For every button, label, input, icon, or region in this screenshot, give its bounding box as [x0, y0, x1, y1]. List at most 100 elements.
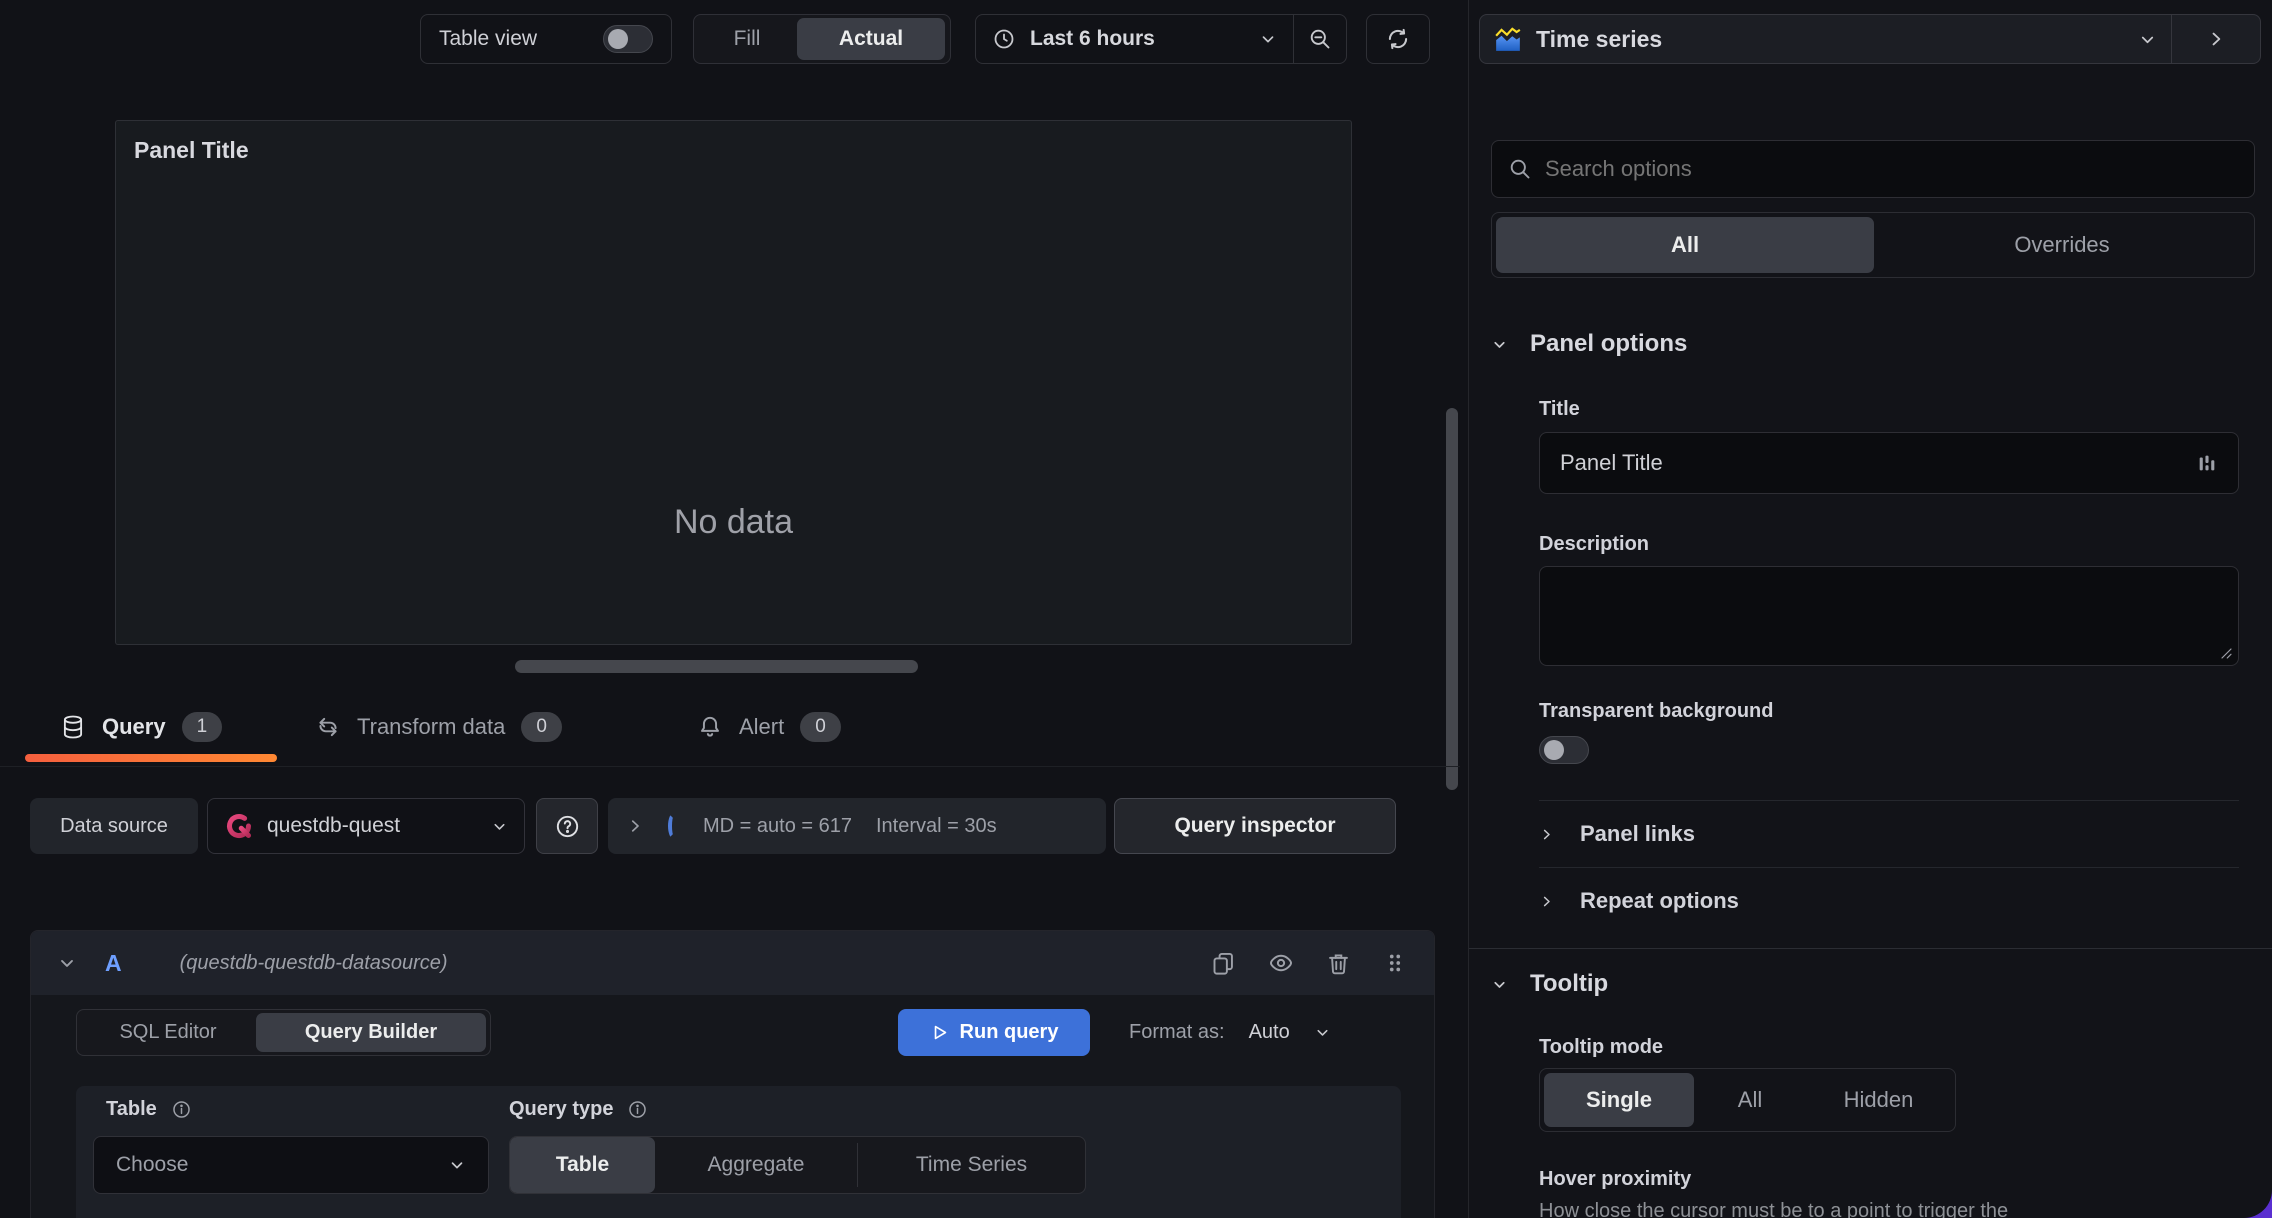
table-select[interactable]: Choose: [93, 1136, 489, 1194]
table-label: Table: [106, 1098, 157, 1120]
no-data-text: No data: [673, 503, 794, 541]
fill-button[interactable]: Fill: [697, 18, 797, 60]
transparent-background-toggle[interactable]: [1539, 736, 1589, 764]
questdb-logo-icon: [224, 811, 254, 841]
filter-tab-all[interactable]: All: [1496, 217, 1874, 273]
title-label: Title: [1539, 398, 1580, 420]
data-source-label-chip: Data source: [30, 798, 198, 854]
magnifier-minus-icon: [1308, 27, 1332, 51]
query-options-summary[interactable]: MD = auto = 617 Interval = 30s: [608, 798, 1106, 854]
repeat-options-label: Repeat options: [1580, 888, 1739, 913]
md-stat: MD = auto = 617: [703, 814, 852, 837]
tooltip-header[interactable]: Tooltip: [1491, 962, 1608, 1006]
tooltip-mode-single[interactable]: Single: [1544, 1073, 1694, 1127]
database-icon: [60, 714, 86, 740]
actual-button[interactable]: Actual: [797, 18, 945, 60]
resize-handle-icon[interactable]: [2216, 643, 2234, 661]
search-options-input[interactable]: [1545, 156, 2238, 182]
time-range-label: Last 6 hours: [1030, 27, 1155, 50]
tab-query[interactable]: Query 1: [60, 700, 223, 754]
query-type-label: Query type: [509, 1098, 614, 1120]
table-field-label: Table: [106, 1098, 192, 1121]
format-as-control[interactable]: Format as: Auto: [1129, 1009, 1331, 1056]
vertical-scrollbar[interactable]: [1446, 408, 1458, 790]
grafana-panel-editor: Table view Fill Actual Last 6 hours Pane…: [0, 0, 2272, 1218]
panel-options-header[interactable]: Panel options: [1491, 322, 1687, 366]
description-textarea[interactable]: [1540, 567, 2238, 665]
data-source-label: Data source: [60, 814, 168, 837]
transform-icon: [315, 714, 341, 740]
query-type-time-series[interactable]: Time Series: [858, 1137, 1085, 1193]
tab-query-badge: 1: [181, 712, 223, 742]
editor-mode-group: SQL Editor Query Builder: [76, 1009, 491, 1056]
query-type-aggregate[interactable]: Aggregate: [655, 1137, 857, 1193]
chevron-down-icon: [448, 1156, 466, 1174]
zoom-out-button[interactable]: [1294, 15, 1346, 63]
options-filter-group: All Overrides: [1491, 212, 2255, 278]
query-row-header[interactable]: A (questdb-questdb-datasource): [31, 931, 1434, 995]
format-as-label: Format as:: [1129, 1021, 1225, 1043]
tab-alert[interactable]: Alert 0: [697, 700, 841, 754]
clipped-spinner-icon: [668, 813, 679, 839]
collapse-chevron-icon[interactable]: [57, 953, 77, 973]
chevron-down-icon: [1491, 336, 1508, 353]
chevron-down-icon: [1314, 1024, 1331, 1041]
table-view-toggle-button[interactable]: Table view: [420, 14, 672, 64]
drag-handle-icon[interactable]: [1382, 950, 1408, 976]
tooltip-title: Tooltip: [1530, 970, 1609, 997]
visualization-select[interactable]: Time series: [1480, 15, 2171, 63]
suggestions-bars-icon[interactable]: [2196, 452, 2218, 474]
chevron-right-icon: [2206, 29, 2226, 49]
query-ref-id[interactable]: A: [105, 950, 122, 977]
panel-links-row[interactable]: Panel links: [1539, 801, 2239, 867]
chevron-right-icon: [1539, 827, 1554, 842]
hide-response-eye-icon[interactable]: [1267, 949, 1295, 977]
info-icon[interactable]: [627, 1099, 648, 1120]
sql-editor-button[interactable]: SQL Editor: [80, 1013, 256, 1052]
panel-preview-title: Panel Title: [134, 137, 249, 163]
viz-name: Time series: [1536, 25, 1663, 52]
tab-query-label: Query: [102, 714, 166, 739]
run-query-button[interactable]: Run query: [898, 1009, 1090, 1056]
repeat-options-row[interactable]: Repeat options: [1539, 868, 2239, 934]
description-label: Description: [1539, 533, 1650, 555]
tab-alert-badge: 0: [800, 712, 841, 742]
time-range-picker[interactable]: Last 6 hours: [976, 15, 1293, 63]
panel-title-field: [1539, 432, 2239, 494]
time-series-icon: [1494, 25, 1522, 53]
chevron-down-icon: [1491, 976, 1508, 993]
tab-transform-label: Transform data: [357, 714, 506, 739]
data-source-picker[interactable]: questdb-quest: [207, 798, 525, 854]
chevron-right-icon: [1539, 894, 1554, 909]
duplicate-query-icon[interactable]: [1210, 950, 1237, 977]
search-options-box[interactable]: [1491, 140, 2255, 198]
description-field: [1539, 566, 2239, 666]
horizontal-scrollbar[interactable]: [515, 660, 918, 673]
refresh-button[interactable]: [1366, 14, 1430, 64]
play-icon: [930, 1023, 949, 1042]
fill-actual-group: Fill Actual: [693, 14, 951, 64]
query-inspector-label: Query inspector: [1174, 814, 1336, 837]
refresh-icon: [1385, 26, 1411, 52]
datasource-help-button[interactable]: [536, 798, 598, 854]
info-icon[interactable]: [171, 1099, 192, 1120]
tooltip-mode-all[interactable]: All: [1694, 1073, 1806, 1127]
remove-query-trash-icon[interactable]: [1325, 950, 1352, 977]
query-builder-button[interactable]: Query Builder: [256, 1013, 486, 1052]
time-picker-group: Last 6 hours: [975, 14, 1347, 64]
filter-tab-overrides[interactable]: Overrides: [1874, 217, 2250, 273]
panel-preview[interactable]: Panel Title No data: [115, 120, 1352, 645]
tab-transform-data[interactable]: Transform data 0: [315, 700, 562, 754]
panel-title-input[interactable]: [1560, 450, 2196, 476]
query-inspector-button[interactable]: Query inspector: [1114, 798, 1396, 854]
query-type-table[interactable]: Table: [510, 1137, 655, 1193]
table-view-toggle[interactable]: [603, 25, 653, 53]
viz-expand-button[interactable]: [2172, 15, 2260, 63]
tooltip-mode-hidden[interactable]: Hidden: [1806, 1073, 1951, 1127]
tab-alert-label: Alert: [739, 714, 785, 739]
tabs-divider: [0, 766, 1460, 767]
query-type-group: Table Aggregate Time Series: [509, 1136, 1086, 1194]
interval-stat: Interval = 30s: [875, 814, 997, 837]
search-icon: [1508, 157, 1532, 181]
bell-icon: [697, 714, 723, 740]
